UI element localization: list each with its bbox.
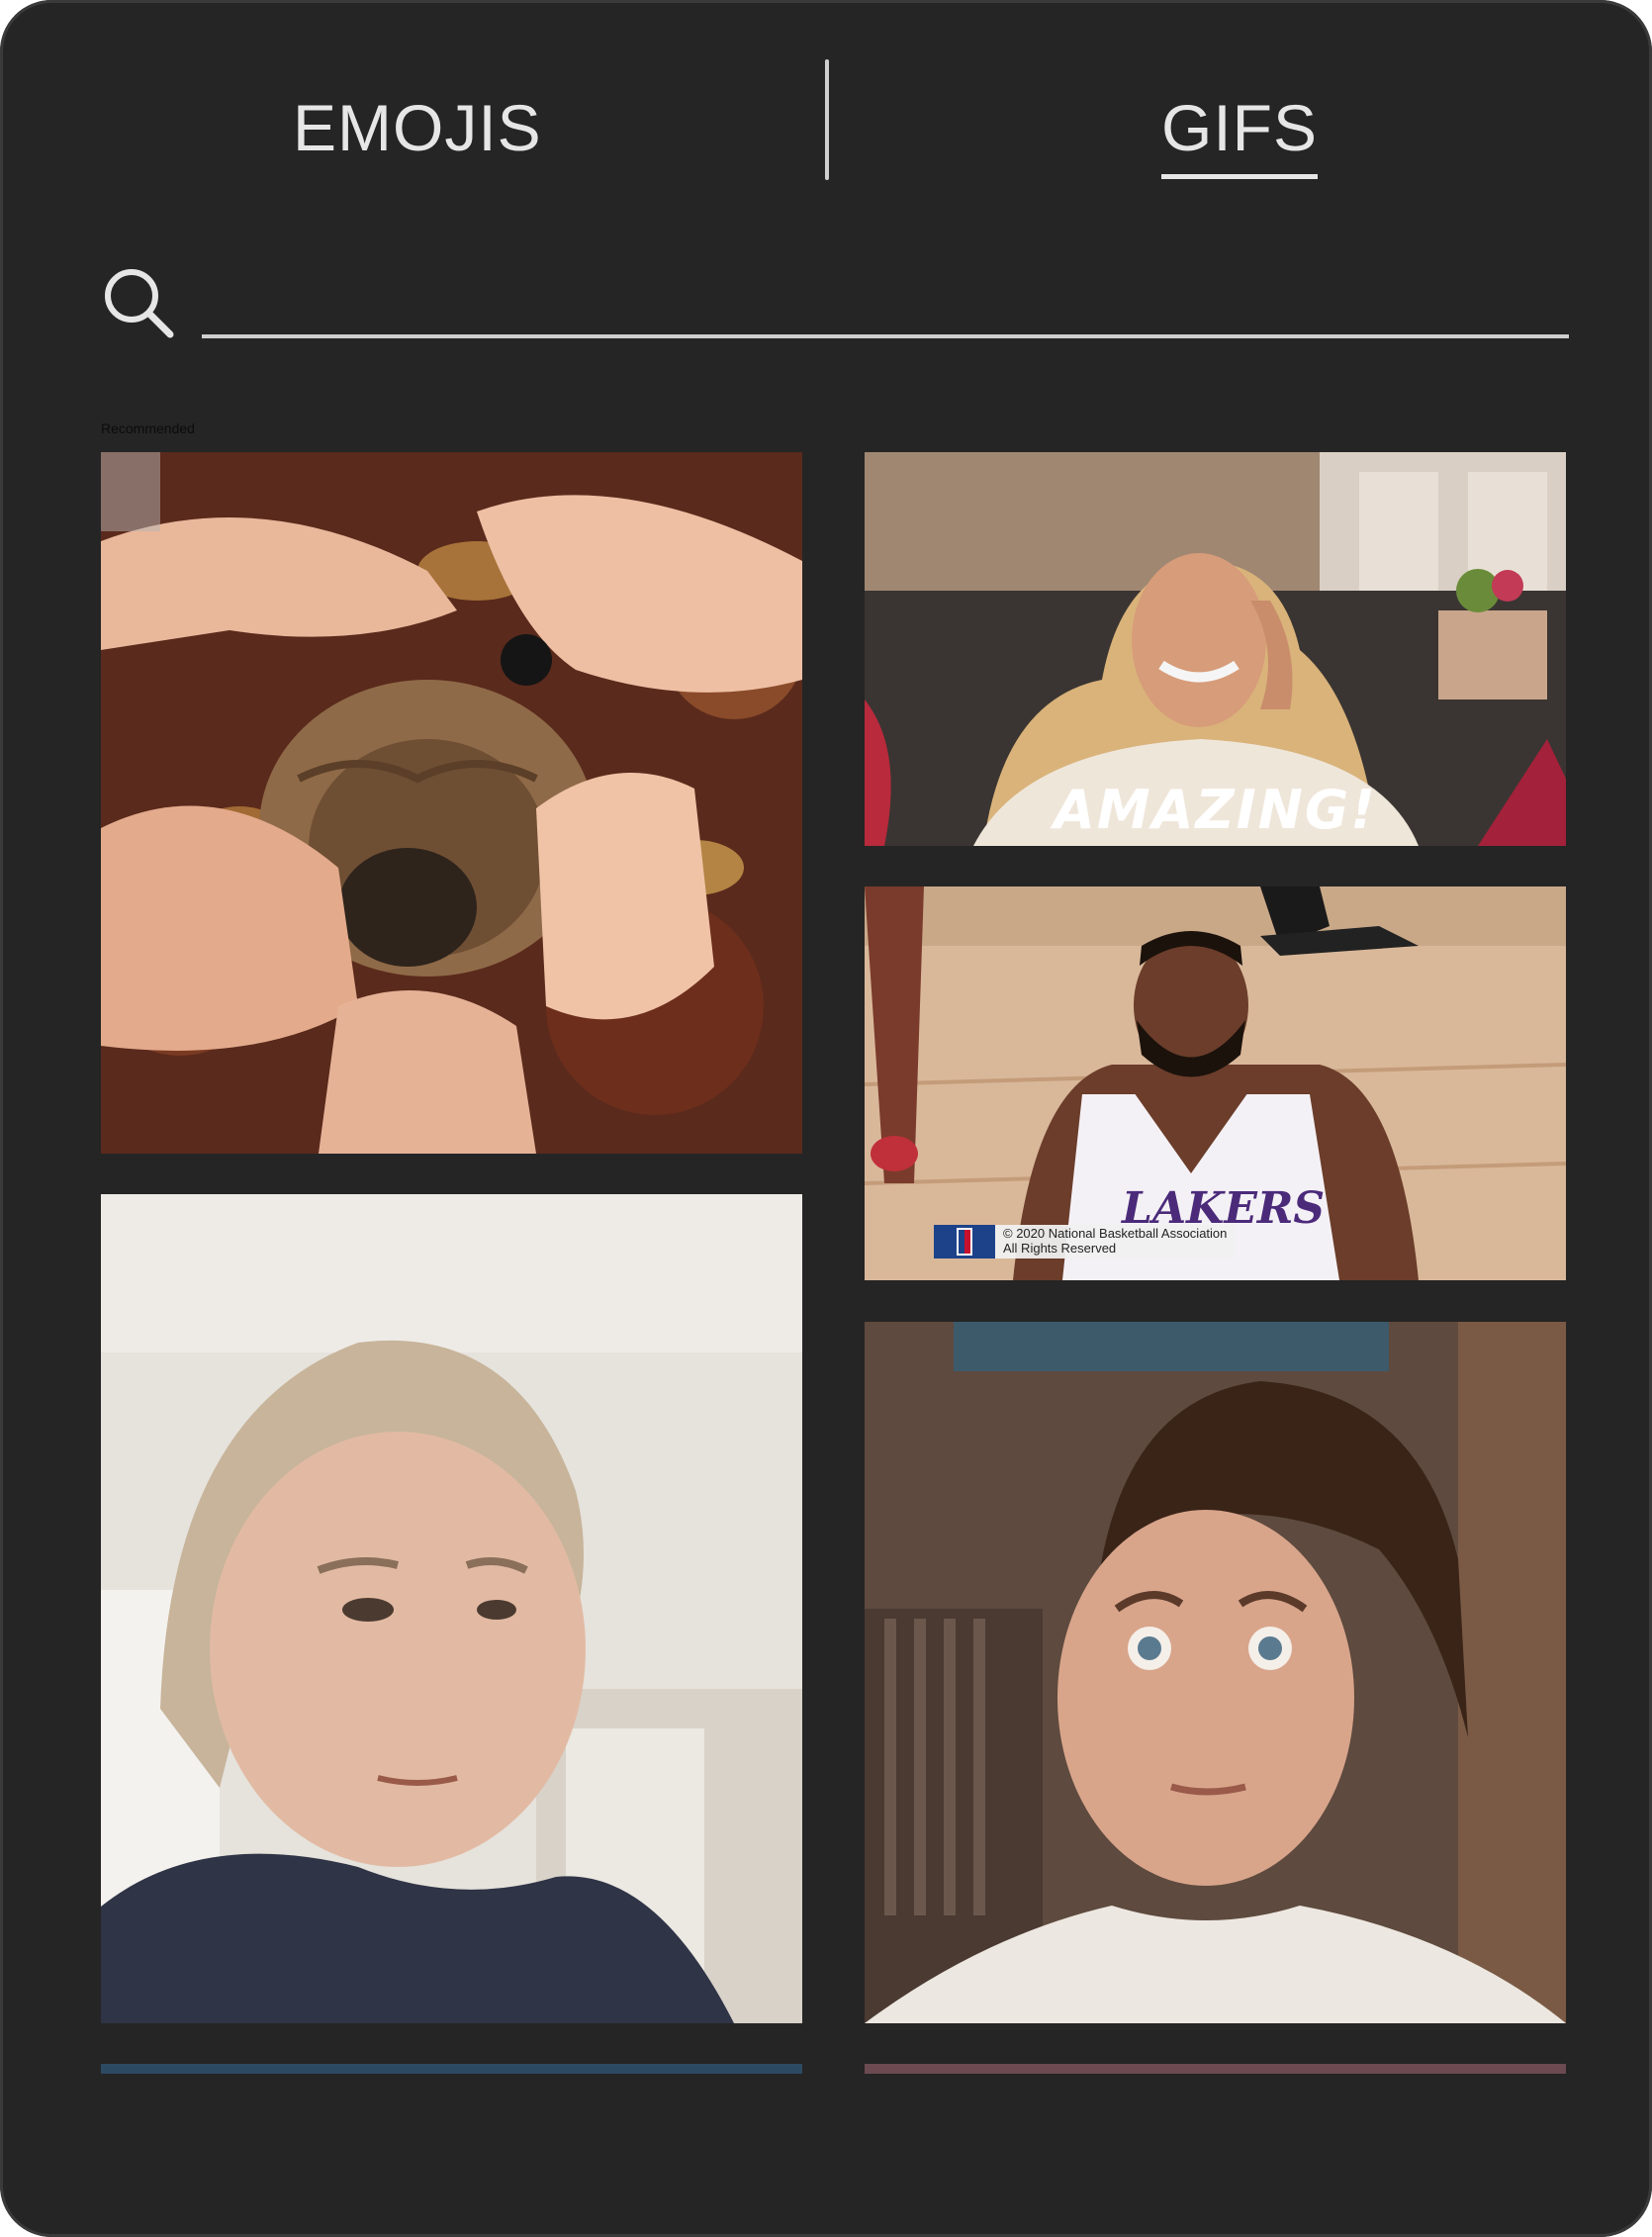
gif-thumbnail-amazing[interactable]: AMAZING! <box>865 452 1566 846</box>
gif-image-side-glance <box>101 1194 802 2023</box>
tab-emojis[interactable]: EMOJIS <box>293 95 542 160</box>
nba-rights-line: All Rights Reserved <box>1003 1241 1117 1256</box>
gif-picker-panel: EMOJIS GIFS Recommended AMAZING! LAKERS … <box>0 0 1652 2237</box>
tab-divider <box>825 59 829 180</box>
gif-caption-amazing: AMAZING! <box>1054 779 1377 841</box>
search-icon[interactable] <box>99 263 178 342</box>
section-label-recommended: Recommended <box>101 420 195 436</box>
gif-thumbnail-side-glance[interactable] <box>101 1194 802 2023</box>
gif-image-wide-eyed <box>865 1322 1566 2023</box>
gif-thumbnail-partial-left[interactable] <box>101 2064 802 2074</box>
gif-image-basketball: LAKERS <box>865 886 1566 1280</box>
nba-logo-icon <box>934 1225 995 1258</box>
gif-thumbnail-wide-eyed[interactable] <box>865 1322 1566 2023</box>
gif-thumbnail-basketball[interactable]: LAKERS © 2020 National Basketball Associ… <box>865 886 1566 1280</box>
nba-copyright-banner: © 2020 National Basketball Association A… <box>934 1225 1236 1258</box>
gif-image-pug <box>101 452 802 1154</box>
nba-copyright-line: © 2020 National Basketball Association <box>1003 1226 1228 1241</box>
tab-gifs[interactable]: GIFS <box>1161 95 1319 179</box>
tab-bar: EMOJIS GIFS <box>0 59 1652 188</box>
gif-thumbnail-partial-right[interactable] <box>865 2064 1566 2074</box>
gif-thumbnail-pug[interactable] <box>101 452 802 1154</box>
search-input[interactable] <box>202 259 1569 338</box>
